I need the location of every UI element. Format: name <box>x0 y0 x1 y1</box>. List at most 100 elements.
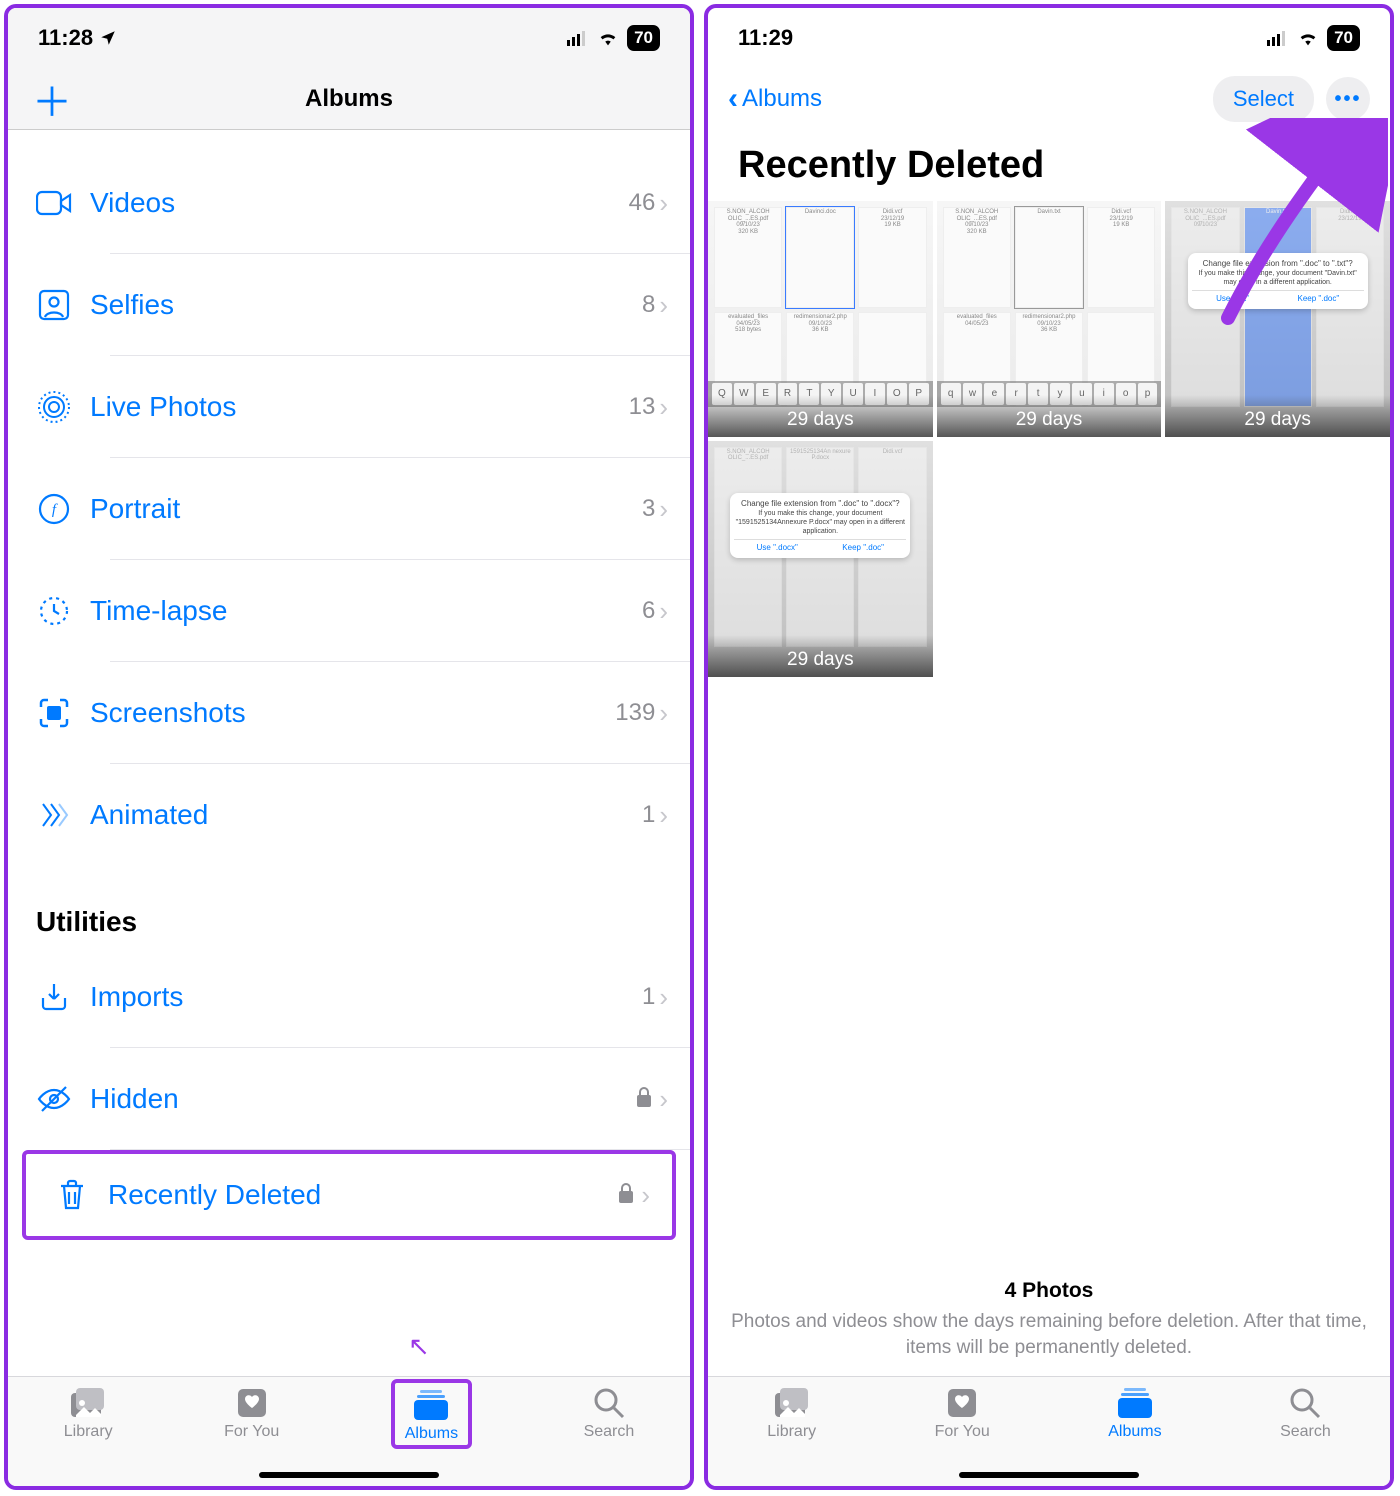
back-label: Albums <box>742 85 822 113</box>
days-remaining: 29 days <box>708 635 933 677</box>
row-recently-deleted[interactable]: Recently Deleted › <box>22 1150 676 1240</box>
tab-albums[interactable]: Albums <box>391 1379 472 1449</box>
recently-deleted-screen: 11:29 70 ‹ Albums Select ••• Recently De… <box>704 4 1394 1490</box>
hidden-icon <box>36 1081 72 1117</box>
chevron-right-icon: › <box>659 188 668 219</box>
tab-for-you[interactable]: For You <box>935 1385 990 1441</box>
row-label: Hidden <box>90 1083 635 1115</box>
back-button[interactable]: ‹ Albums <box>728 82 822 116</box>
tab-label: Albums <box>405 1425 458 1443</box>
tab-albums[interactable]: Albums <box>1108 1385 1161 1441</box>
row-animated[interactable]: Animated 1 › <box>8 764 690 866</box>
tab-label: For You <box>935 1423 990 1441</box>
row-label: Live Photos <box>90 391 629 423</box>
row-label: Portrait <box>90 493 642 525</box>
photo-grid: S.NON_ALCOH OLIC_...ES.pdf09/10/23320 KB… <box>708 201 1390 677</box>
tab-label: For You <box>224 1423 279 1441</box>
row-count: 3 <box>642 495 655 523</box>
nav-title: Albums <box>305 85 393 113</box>
deletion-notice: Photos and videos show the days remainin… <box>708 1303 1390 1376</box>
days-remaining: 29 days <box>937 395 1162 437</box>
row-label: Animated <box>90 799 642 831</box>
select-button[interactable]: Select <box>1213 76 1314 122</box>
status-bar: 11:28 70 <box>8 8 690 68</box>
add-button[interactable]: ＋ <box>32 70 72 128</box>
battery-level: 70 <box>627 25 660 51</box>
albums-screen: 11:28 70 ＋ Albums Videos 46 › <box>4 4 694 1490</box>
row-videos[interactable]: Videos 46 › <box>8 152 690 254</box>
chevron-right-icon: › <box>659 392 668 423</box>
videocam-icon <box>36 185 72 221</box>
row-count: 139 <box>615 699 655 727</box>
selfie-icon <box>36 287 72 323</box>
livephoto-icon <box>36 389 72 425</box>
status-bar: 11:29 70 <box>708 8 1390 68</box>
row-label: Recently Deleted <box>108 1179 617 1211</box>
home-indicator[interactable] <box>259 1472 439 1478</box>
home-indicator[interactable] <box>959 1472 1139 1478</box>
photo-thumbnail[interactable]: S.NON_ALCOH OLIC_...ES.pdf09/10/23320 KB… <box>708 201 933 437</box>
wifi-icon <box>597 30 619 46</box>
chevron-right-icon: › <box>659 290 668 321</box>
chevron-right-icon: › <box>641 1180 650 1211</box>
photo-count: 4 Photos <box>708 1269 1390 1303</box>
tab-label: Albums <box>1108 1423 1161 1441</box>
lock-icon <box>617 1182 635 1209</box>
nav-bar: ＋ Albums <box>8 68 690 130</box>
tab-label: Search <box>1280 1423 1331 1441</box>
cellular-icon <box>567 30 589 46</box>
screenshot-icon <box>36 695 72 731</box>
location-icon <box>99 29 117 47</box>
import-icon <box>36 979 72 1015</box>
row-count: 1 <box>642 983 655 1011</box>
chevron-right-icon: › <box>659 982 668 1013</box>
chevron-right-icon: › <box>659 494 668 525</box>
row-time-lapse[interactable]: Time-lapse 6 › <box>8 560 690 662</box>
row-count: 46 <box>629 189 656 217</box>
row-count: 1 <box>642 801 655 829</box>
chevron-right-icon: › <box>659 698 668 729</box>
tab-library[interactable]: Library <box>767 1385 816 1441</box>
row-live-photos[interactable]: Live Photos 13 › <box>8 356 690 458</box>
more-button[interactable]: ••• <box>1326 77 1370 121</box>
row-label: Time-lapse <box>90 595 642 627</box>
cellular-icon <box>1267 30 1289 46</box>
row-hidden[interactable]: Hidden › <box>8 1048 690 1150</box>
animated-icon <box>36 797 72 833</box>
timelapse-icon <box>36 593 72 629</box>
albums-list: Videos 46 › Selfies 8 › Live Photos 13 › <box>8 130 690 1376</box>
row-portrait[interactable]: f Portrait 3 › <box>8 458 690 560</box>
status-time: 11:29 <box>738 25 793 51</box>
lock-icon <box>635 1086 653 1113</box>
row-label: Selfies <box>90 289 642 321</box>
tab-search[interactable]: Search <box>1280 1385 1331 1441</box>
row-label: Screenshots <box>90 697 615 729</box>
tab-label: Library <box>767 1423 816 1441</box>
days-remaining: 29 days <box>708 395 933 437</box>
row-count: 6 <box>642 597 655 625</box>
row-selfies[interactable]: Selfies 8 › <box>8 254 690 356</box>
tab-bar: Library For You Albums Search <box>8 1376 690 1486</box>
annotation-arrow: ↖ <box>408 1331 430 1362</box>
chevron-right-icon: › <box>659 800 668 831</box>
photo-thumbnail[interactable]: S.NON_ALCOH OLIC_...ES.pdf09/10/23320 KB… <box>937 201 1162 437</box>
chevron-left-icon: ‹ <box>728 82 738 116</box>
row-label: Videos <box>90 187 629 219</box>
trash-icon <box>54 1177 90 1213</box>
row-imports[interactable]: Imports 1 › <box>8 946 690 1048</box>
tab-label: Search <box>584 1423 635 1441</box>
portrait-icon: f <box>36 491 72 527</box>
svg-text:f: f <box>52 502 58 518</box>
tab-bar: Library For You Albums Search <box>708 1376 1390 1486</box>
page-title: Recently Deleted <box>708 130 1390 201</box>
tab-library[interactable]: Library <box>64 1385 113 1441</box>
row-count: 13 <box>629 393 656 421</box>
photo-thumbnail[interactable]: S.NON_ALCOH OLIC_...ES.pdf09/10/23Davin.… <box>1165 201 1390 437</box>
tab-for-you[interactable]: For You <box>224 1385 279 1441</box>
row-count: 8 <box>642 291 655 319</box>
photo-thumbnail[interactable]: S.NON_ALCOH OLIC_...ES.pdf1591525134An n… <box>708 441 933 677</box>
chevron-right-icon: › <box>659 1084 668 1115</box>
tab-search[interactable]: Search <box>584 1385 635 1441</box>
row-label: Imports <box>90 981 642 1013</box>
row-screenshots[interactable]: Screenshots 139 › <box>8 662 690 764</box>
